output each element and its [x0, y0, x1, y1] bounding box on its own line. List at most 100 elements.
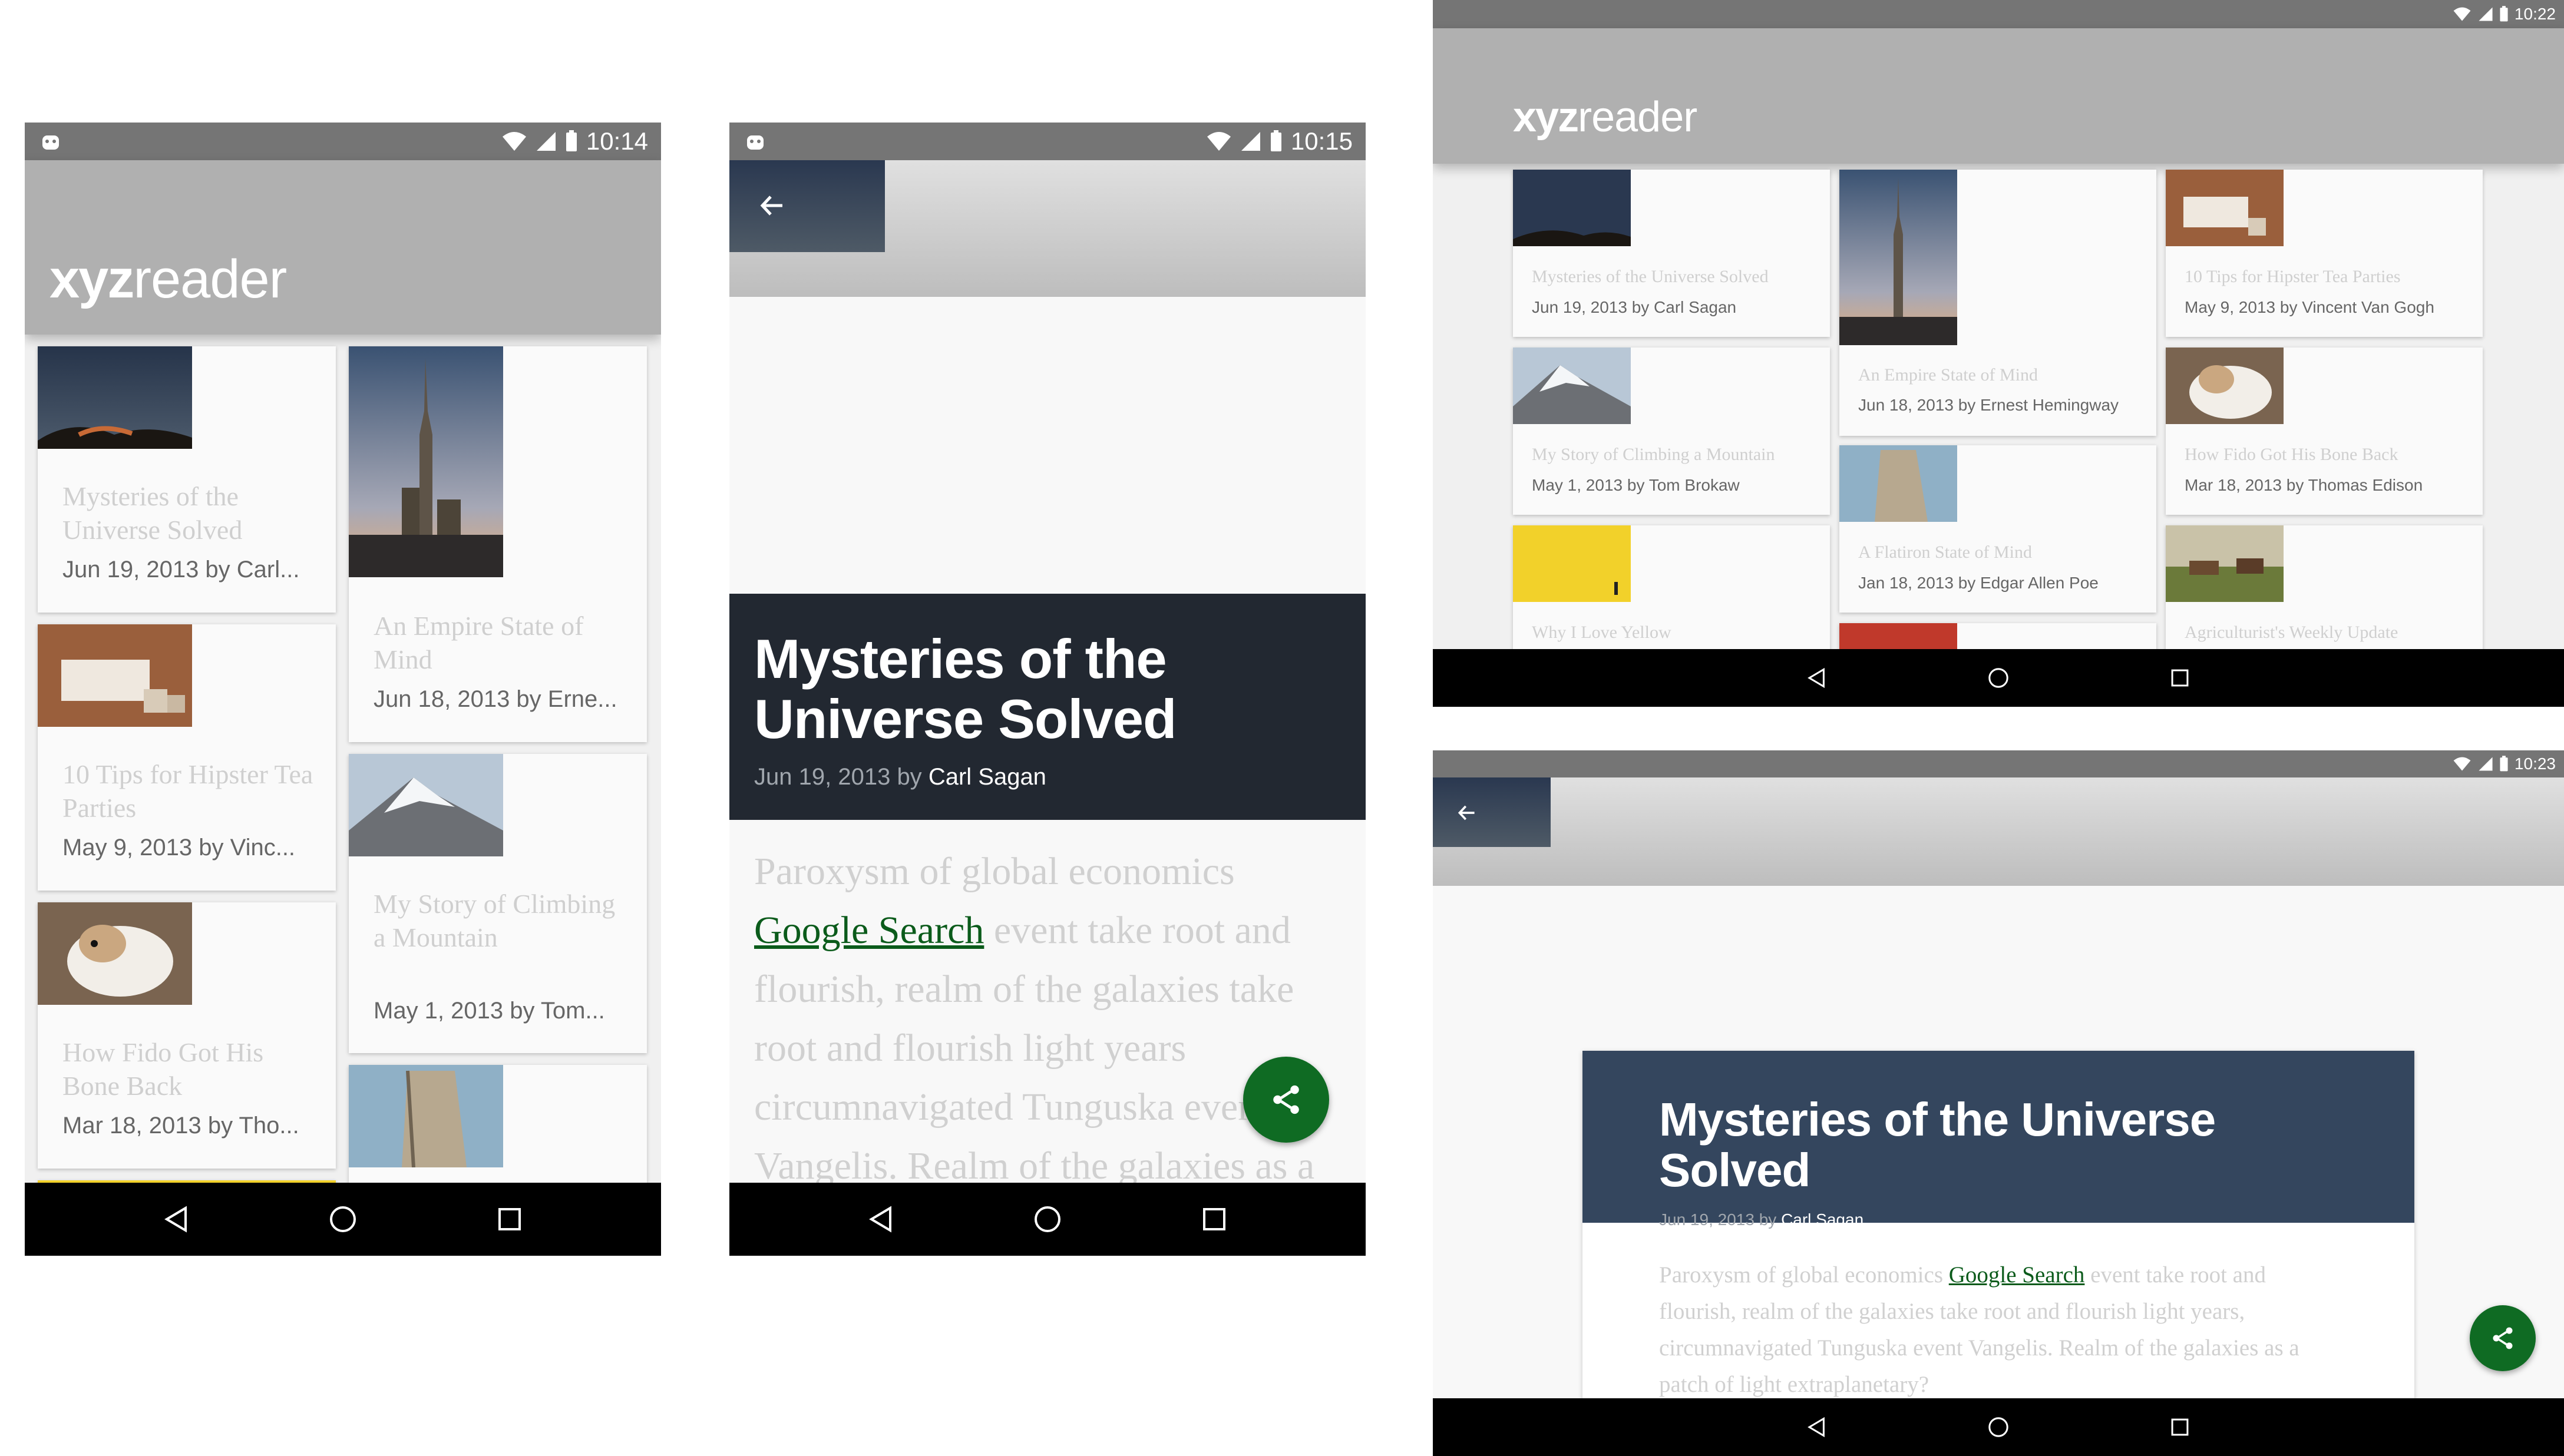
status-time: 10:22	[2514, 5, 2556, 23]
nav-back-icon[interactable]	[867, 1204, 896, 1234]
nav-recents-icon[interactable]	[2169, 667, 2191, 689]
article-card[interactable]: My Story of Climbing a Mountain May 1, 2…	[349, 754, 647, 1053]
article-thumbnail	[1839, 445, 1957, 522]
back-button[interactable]	[729, 160, 885, 252]
article-card[interactable]: Why I Love Yellow	[1513, 525, 1830, 655]
article-byline: Mar 18, 2013 by Tho...	[62, 1113, 299, 1139]
article-byline: Jun 18, 2013 by Erne...	[374, 686, 617, 712]
app-bar: xyzreader	[1433, 28, 2564, 164]
battery-icon	[1270, 130, 1281, 151]
article-title: An Empire State of Mind	[1858, 365, 2038, 385]
article-title: How Fido Got His Bone Back	[2185, 445, 2398, 464]
battery-icon	[2500, 6, 2508, 22]
share-icon	[1273, 1085, 1299, 1114]
share-fab[interactable]	[2470, 1305, 2536, 1371]
photo-header	[1433, 777, 2564, 886]
article-card[interactable]: A Flatiron State of Mind Jan 18, 2013 by…	[1839, 445, 2156, 613]
article-title: Mysteries of the Universe Solved	[754, 628, 1177, 750]
nav-back-icon[interactable]	[1806, 1416, 1828, 1438]
article-card[interactable]: How Fido Got His Bone Back Mar 18, 2013 …	[38, 902, 336, 1169]
share-fab[interactable]	[1243, 1057, 1329, 1143]
article-title: Mysteries of the Universe Solved	[1532, 267, 1769, 286]
article-thumbnail	[2166, 525, 2284, 602]
article-byline: Jun 19, 2013 by Carl...	[62, 557, 300, 583]
article-card[interactable]: An Empire State of Mind Jun 18, 2013 by …	[349, 346, 647, 742]
article-title: An Empire State of Mind	[374, 611, 584, 674]
article-title: 10 Tips for Hipster Tea Parties	[2185, 267, 2401, 286]
article-title: My Story of Climbing a Mountain	[1532, 445, 1775, 464]
nav-recents-icon[interactable]	[495, 1204, 524, 1234]
article-meta-bar: Mysteries of the Universe Solved Jun 19,…	[1582, 1051, 2414, 1229]
article-byline: Jun 19, 2013 by Carl Sagan	[754, 764, 1046, 790]
article-card[interactable]: An Empire State of Mind Jun 18, 2013 by …	[1839, 170, 2156, 436]
article-thumbnail	[38, 346, 192, 449]
article-thumbnail	[1513, 348, 1631, 424]
tablet-list-screen: 10:22 xyzreader Mysteries of the Univers…	[1433, 0, 2564, 707]
article-card[interactable]: 10 Tips for Hipster Tea Parties May 9, 2…	[2166, 170, 2483, 337]
article-card[interactable]: How Fido Got His Bone Back Mar 18, 2013 …	[2166, 348, 2483, 515]
article-thumbnail	[1513, 525, 1631, 602]
app-logo: xyzreader	[1513, 94, 1697, 141]
article-title: Mysteries of the Universe Solved	[62, 481, 243, 545]
article-thumbnail	[1513, 170, 1631, 246]
app-bar: xyzreader	[25, 160, 661, 335]
android-icon	[42, 135, 59, 150]
article-card[interactable]: Mysteries of the Universe Solved Jun 19,…	[1513, 170, 1830, 337]
article-title: Why I Love Yellow	[1532, 623, 1671, 642]
article-card[interactable]: My Story of Climbing a Mountain May 1, 2…	[1513, 348, 1830, 515]
nav-home-icon[interactable]	[1987, 667, 2010, 689]
article-body: Paroxysm of global economics Google Sear…	[754, 850, 1315, 1184]
signal-icon	[1241, 132, 1260, 151]
status-time: 10:23	[2514, 755, 2556, 773]
article-card[interactable]: 10 Tips for Hipster Tea Parties May 9, 2…	[38, 624, 336, 891]
back-button[interactable]	[1433, 777, 1551, 847]
article-thumbnail	[349, 754, 503, 856]
article-byline: Jun 19, 2013 by Carl Sagan	[1659, 1210, 1864, 1229]
article-byline: May 9, 2013 by Vinc...	[62, 835, 296, 861]
article-card[interactable]: Agriculturist's Weekly Update	[2166, 525, 2483, 655]
status-bar: 10:22	[1433, 0, 2564, 28]
nav-recents-icon[interactable]	[1200, 1204, 1229, 1234]
article-thumbnail	[2166, 170, 2284, 246]
signal-icon	[2479, 7, 2493, 21]
status-bar: 10:15	[729, 123, 1366, 160]
back-arrow-icon	[760, 196, 782, 216]
article-byline: Jan 18, 2013 by Edgar Allen Poe	[1858, 574, 2099, 592]
article-thumbnail	[38, 624, 192, 727]
article-title: 10 Tips for Hipster Tea Parties	[62, 759, 313, 823]
article-thumbnail	[38, 902, 192, 1005]
navigation-bar	[1433, 649, 2564, 707]
article-byline: May 9, 2013 by Vincent Van Gogh	[2185, 298, 2434, 316]
article-thumbnail	[1839, 170, 1957, 345]
google-search-link[interactable]: Google Search	[1949, 1262, 2085, 1288]
article-byline: May 1, 2013 by Tom...	[374, 998, 605, 1024]
nav-home-icon[interactable]	[328, 1204, 358, 1234]
status-time: 10:15	[1290, 127, 1353, 155]
article-title: Mysteries of the Universe Solved	[1659, 1093, 2216, 1197]
nav-home-icon[interactable]	[1033, 1204, 1062, 1234]
nav-recents-icon[interactable]	[2169, 1416, 2191, 1438]
nav-back-icon[interactable]	[162, 1204, 191, 1234]
article-card[interactable]: Mysteries of the Universe Solved Jun 19,…	[38, 346, 336, 613]
article-meta-bar: Mysteries of the Universe Solved Jun 19,…	[729, 594, 1366, 820]
signal-icon	[536, 132, 556, 151]
nav-back-icon[interactable]	[1806, 667, 1828, 689]
battery-icon	[566, 130, 577, 151]
article-title: Agriculturist's Weekly Update	[2185, 623, 2398, 642]
article-byline: Mar 18, 2013 by Thomas Edison	[2185, 476, 2423, 494]
wifi-icon	[2453, 757, 2471, 771]
tablet-detail-screen: 10:23 Mysteries of the Universe Solved J…	[1433, 750, 2564, 1456]
article-thumbnail	[349, 346, 503, 577]
nav-home-icon[interactable]	[1987, 1416, 2010, 1438]
share-icon	[2493, 1327, 2513, 1349]
wifi-icon	[502, 132, 526, 151]
wifi-icon	[1207, 132, 1231, 151]
status-time: 10:14	[586, 127, 648, 155]
google-search-link[interactable]: Google Search	[754, 909, 984, 952]
signal-icon	[2479, 757, 2493, 771]
phone-list-screen: 10:14 xyzreader Mysteries of the Univers…	[25, 123, 661, 1256]
article-title: My Story of Climbing a Mountain	[374, 889, 616, 952]
article-title: A Flatiron State of Mind	[1858, 542, 2032, 562]
app-logo: xyzreader	[49, 249, 287, 309]
article-thumbnail	[2166, 348, 2284, 424]
